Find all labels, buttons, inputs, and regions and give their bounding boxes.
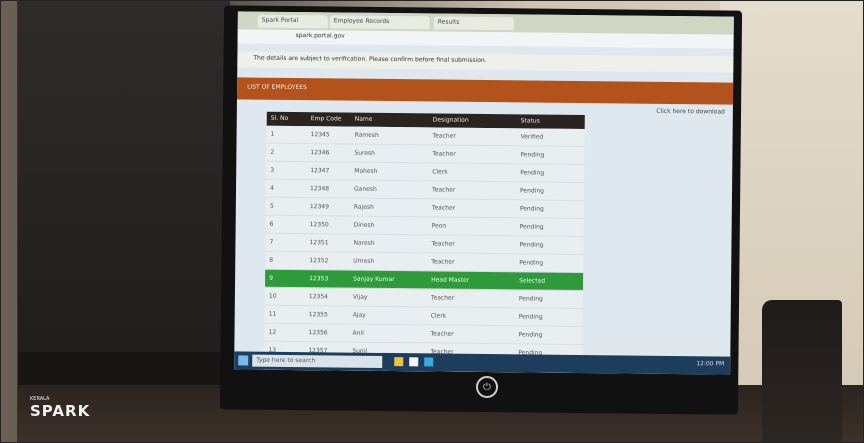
frame-divider	[17, 0, 18, 443]
outer-frame	[0, 0, 864, 443]
